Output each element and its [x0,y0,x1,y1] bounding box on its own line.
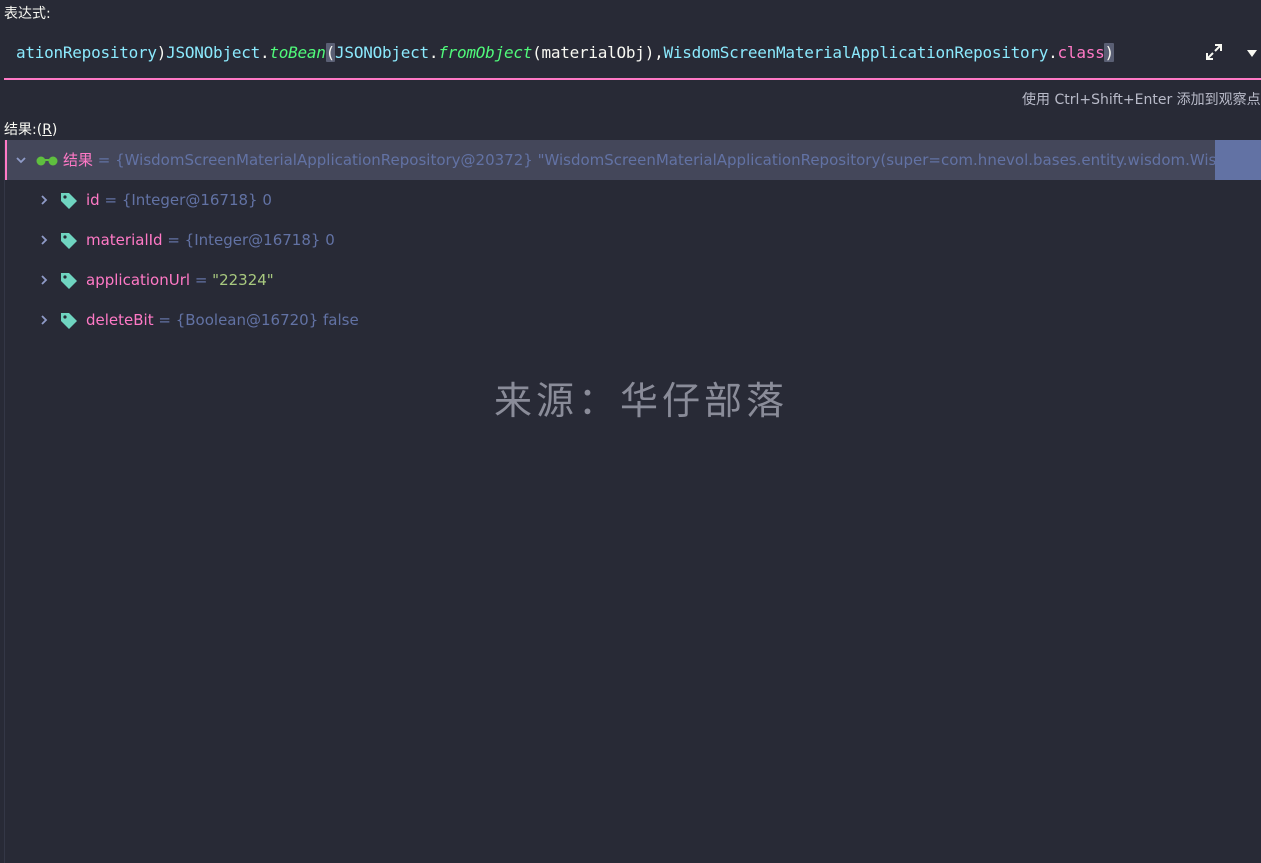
expression-token: WisdomScreenMaterialApplicationRepositor… [663,43,1049,62]
result-label-paren-close: ) [51,122,58,138]
result-name: 结果 [63,151,94,169]
tree-row-materialId[interactable]: materialId = {Integer@16718} 0 [5,220,1261,260]
expression-token: ) [156,43,167,62]
expression-input[interactable]: ationRepository)JSONObject.toBean(JSONOb… [4,30,1261,80]
watermark: 来源：华仔部落 [494,379,789,423]
result-shortcut: R [42,122,52,138]
expression-token: . [1048,43,1058,62]
expression-token: . [259,43,270,62]
tree-row-result[interactable]: 结果 = {WisdomScreenMaterialApplicationRep… [5,140,1261,180]
field-name: applicationUrl [86,271,191,289]
result-equals: = [93,151,116,169]
field-name: deleteBit [86,311,154,329]
field-equals: = [162,231,185,249]
field-value: "22324" [212,271,274,289]
expand-icon[interactable] [1204,42,1224,62]
field-equals: = [190,271,213,289]
field-name: id [86,191,100,209]
tree-row-deleteBit[interactable]: deleteBit = {Boolean@16720} false [5,300,1261,340]
expression-token: toBean [269,43,326,62]
expression-token: ationRepository [16,43,157,62]
result-value: {WisdomScreenMaterialApplicationReposito… [115,151,1217,169]
chevron-right-icon[interactable] [38,274,50,286]
expression-token: JSONObject [166,43,260,62]
selection-highlight-end [1215,140,1261,180]
result-label-text: 结果: [4,122,37,138]
field-name: materialId [86,231,163,249]
tree-row-applicationUrl[interactable]: applicationUrl = "22324" [5,260,1261,300]
glasses-icon [36,156,58,166]
expression-token: (materialObj), [532,43,664,62]
expression-label: 表达式: [4,6,51,22]
field-equals: = [153,311,176,329]
expression-code[interactable]: ationRepository)JSONObject.toBean(JSONOb… [16,43,1114,63]
field-value: {Boolean@16720} false [175,311,359,329]
tag-icon [61,193,77,209]
tag-icon [61,273,77,289]
result-tree[interactable]: 结果 = {WisdomScreenMaterialApplicationRep… [4,140,1261,863]
expression-token: ( [325,43,336,62]
tree-row-id[interactable]: id = {Integer@16718} 0 [5,180,1261,220]
expression-token: . [428,43,439,62]
expression-token: ) [1104,43,1114,62]
field-value: {Integer@16718} 0 [121,191,272,209]
field-equals: = [99,191,122,209]
evaluate-expression-panel: 表达式: ationRepository)JSONObject.toBean(J… [0,0,1261,863]
chevron-right-icon[interactable] [38,314,50,326]
expression-token: fromObject [438,43,533,62]
chevron-right-icon[interactable] [38,194,50,206]
tag-icon [61,313,77,329]
chevron-right-icon[interactable] [38,234,50,246]
result-label: 结果:(R) [4,119,57,139]
add-to-watches-hint: 使用 Ctrl+Shift+Enter 添加到观察点 [1022,92,1261,108]
expression-token: JSONObject [335,43,429,62]
expression-token: class [1057,43,1105,62]
field-value: {Integer@16718} 0 [184,231,335,249]
tag-icon [61,233,77,249]
triangle-down-icon[interactable] [1245,46,1259,60]
chevron-down-icon[interactable] [15,154,27,166]
